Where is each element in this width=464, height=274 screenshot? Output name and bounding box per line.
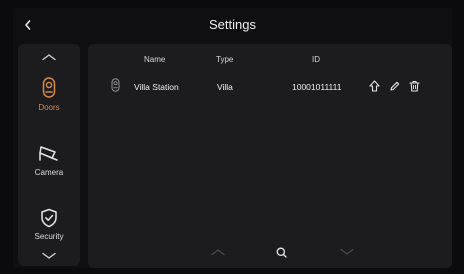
column-header-type: Type xyxy=(216,55,234,64)
chevron-down-icon xyxy=(42,252,56,259)
device-id: 10001011111 xyxy=(292,82,342,92)
column-header-id: ID xyxy=(312,55,320,64)
sidebar: Doors Camera Security xyxy=(18,44,80,266)
column-header-name: Name xyxy=(144,55,166,64)
header-bar: Settings xyxy=(13,8,452,42)
sidebar-item-security[interactable]: Security xyxy=(18,208,80,241)
chevron-down-icon xyxy=(340,248,354,255)
device-type: Villa xyxy=(217,82,233,92)
device-list-panel: Name Type ID Villa Station Villa 1000101… xyxy=(88,44,452,268)
arrow-up-icon xyxy=(368,80,380,92)
sidebar-scroll-down-button[interactable] xyxy=(18,247,80,265)
edit-button[interactable] xyxy=(387,79,401,93)
page-title: Settings xyxy=(209,17,256,32)
chevron-up-icon xyxy=(211,249,225,256)
trash-icon xyxy=(408,81,420,92)
search-icon xyxy=(276,247,287,258)
search-button[interactable] xyxy=(272,244,290,260)
doorbell-icon xyxy=(111,78,120,92)
doorbell-icon xyxy=(42,77,56,98)
move-up-button[interactable] xyxy=(367,79,381,93)
sidebar-item-camera[interactable]: Camera xyxy=(18,144,80,177)
settings-screen: Settings Doors Camera Security Name Type… xyxy=(13,8,452,268)
page-up-button[interactable] xyxy=(209,244,227,260)
pencil-icon xyxy=(389,81,399,91)
shield-check-icon xyxy=(41,208,57,228)
page-down-button[interactable] xyxy=(338,244,356,260)
camera-icon xyxy=(39,146,58,161)
sidebar-item-label: Security xyxy=(34,232,64,241)
sidebar-item-label: Camera xyxy=(34,168,64,177)
device-name: Villa Station xyxy=(134,82,179,92)
sidebar-item-label: Doors xyxy=(38,103,60,112)
chevron-up-icon xyxy=(42,54,56,61)
table-row[interactable]: Villa Station Villa 10001011111 xyxy=(88,72,452,98)
sidebar-item-doors[interactable]: Doors xyxy=(18,77,80,112)
delete-button[interactable] xyxy=(407,79,421,93)
sidebar-scroll-up-button[interactable] xyxy=(18,48,80,66)
